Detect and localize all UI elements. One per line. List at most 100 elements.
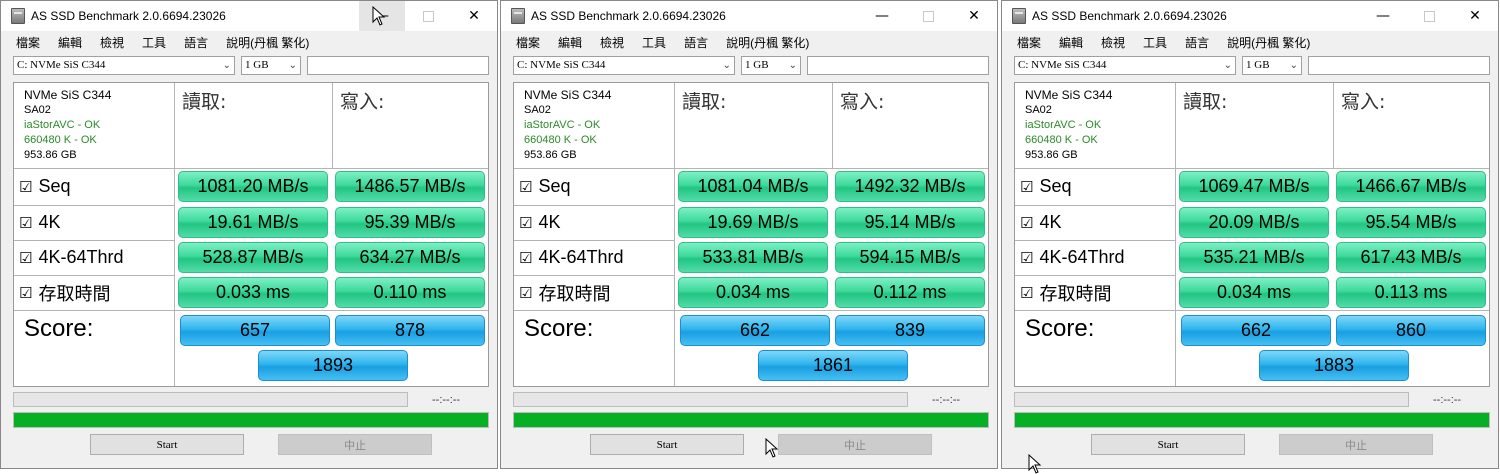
maximize-button[interactable] (1406, 1, 1452, 31)
test-checkbox[interactable]: ☑ 4K-64Thrd (519, 241, 624, 274)
start-button[interactable]: Start (90, 434, 244, 455)
test-checkbox[interactable]: ☑ 4K (1020, 206, 1061, 239)
close-button[interactable]: ✕ (451, 1, 497, 31)
stop-button[interactable]: 中止 (778, 434, 932, 455)
menu-item[interactable]: 檔案 (507, 34, 549, 51)
score-label: Score: (1025, 315, 1095, 342)
test-checkbox[interactable]: ☑ 存取時間 (1020, 276, 1111, 309)
divider (14, 310, 488, 311)
menu-item[interactable]: 檢視 (591, 34, 633, 51)
drive-capacity: 953.86 GB (1025, 149, 1078, 161)
divider (1175, 83, 1176, 386)
test-progress-bar (13, 392, 408, 407)
menu-item[interactable]: 語言 (1176, 34, 1218, 51)
menu-item[interactable]: 說明(丹楓 繁化) (1218, 34, 1319, 51)
app-icon (1012, 8, 1026, 24)
drive-info: NVMe SiS C344 SA02 iaStorAVC - OK 660480… (24, 88, 111, 163)
read-result: 1069.47 MB/s (1179, 171, 1329, 202)
maximize-button[interactable] (405, 1, 451, 31)
write-result: 0.110 ms (335, 277, 485, 308)
test-checkbox[interactable]: ☑ Seq (1020, 170, 1071, 203)
read-result: 0.034 ms (678, 277, 828, 308)
read-result: 533.81 MB/s (678, 242, 828, 273)
minimize-button[interactable]: — (859, 1, 905, 31)
test-checkbox[interactable]: ☑ 4K-64Thrd (1020, 241, 1125, 274)
test-checkbox[interactable]: ☑ Seq (19, 170, 70, 203)
menu-item[interactable]: 工具 (633, 34, 675, 51)
menu-item[interactable]: 語言 (675, 34, 717, 51)
app-icon (11, 8, 25, 24)
write-result: 634.27 MB/s (335, 242, 485, 273)
menu-item[interactable]: 編輯 (1050, 34, 1092, 51)
title-bar[interactable]: AS SSD Benchmark 2.0.6694.23026 — ✕ (501, 1, 997, 31)
size-select-value: 1 GB (1246, 59, 1270, 71)
drive-select[interactable]: C: NVMe SiS C344 ⌄ (513, 56, 735, 75)
overall-progress-bar (13, 412, 489, 428)
test-label: 4K-64Thrd (538, 247, 624, 267)
test-checkbox[interactable]: ☑ Seq (519, 170, 570, 203)
size-select[interactable]: 1 GB ⌄ (1242, 56, 1302, 75)
close-icon: ✕ (468, 8, 480, 24)
benchmark-window: AS SSD Benchmark 2.0.6694.23026 — ✕ 檔案編輯… (1001, 0, 1499, 469)
test-checkbox[interactable]: ☑ 存取時間 (519, 276, 610, 309)
drive-model: NVMe SiS C344 (1025, 88, 1113, 102)
chevron-down-icon: ⌄ (788, 60, 797, 71)
start-button[interactable]: Start (1091, 434, 1245, 455)
drive-capacity: 953.86 GB (524, 149, 577, 161)
test-label: Seq (1039, 176, 1072, 196)
read-result: 0.033 ms (178, 277, 328, 308)
read-header: 讀取: (182, 91, 227, 113)
menu-item[interactable]: 檢視 (91, 34, 133, 51)
menu-item[interactable]: 檔案 (1008, 34, 1050, 51)
name-field[interactable] (307, 56, 489, 75)
test-checkbox[interactable]: ☑ 存取時間 (19, 276, 110, 309)
title-bar[interactable]: AS SSD Benchmark 2.0.6694.23026 — ✕ (1, 1, 497, 31)
test-checkbox[interactable]: ☑ 4K-64Thrd (19, 241, 124, 274)
score-read: 662 (1181, 315, 1331, 346)
stop-button[interactable]: 中止 (1279, 434, 1433, 455)
progress-fill (14, 413, 488, 427)
divider (1333, 83, 1334, 168)
minimize-button[interactable]: — (1360, 1, 1406, 31)
overall-progress-bar (513, 412, 989, 428)
size-select[interactable]: 1 GB ⌄ (241, 56, 301, 75)
window-title: AS SSD Benchmark 2.0.6694.23026 (1032, 9, 1227, 23)
menu-item[interactable]: 編輯 (49, 34, 91, 51)
maximize-button[interactable] (905, 1, 951, 31)
driver-status: iaStorAVC - OK (1025, 119, 1102, 131)
menu-item[interactable]: 工具 (1134, 34, 1176, 51)
alignment-status: 660480 K - OK (24, 134, 97, 146)
menu-item[interactable]: 檔案 (7, 34, 49, 51)
chevron-down-icon: ⌄ (222, 60, 231, 71)
drive-select[interactable]: C: NVMe SiS C344 ⌄ (13, 56, 235, 75)
menu-item[interactable]: 編輯 (549, 34, 591, 51)
menu-item[interactable]: 語言 (175, 34, 217, 51)
score-total: 1883 (1259, 350, 1409, 381)
name-field[interactable] (807, 56, 989, 75)
test-checkbox[interactable]: ☑ 4K (19, 206, 60, 239)
drive-select-value: C: NVMe SiS C344 (1018, 59, 1107, 71)
close-button[interactable]: ✕ (951, 1, 997, 31)
divider (1015, 168, 1489, 169)
stop-button[interactable]: 中止 (278, 434, 432, 455)
menu-item[interactable]: 說明(丹楓 繁化) (717, 34, 818, 51)
close-icon: ✕ (1469, 8, 1481, 24)
menu-item[interactable]: 工具 (133, 34, 175, 51)
write-header: 寫入: (1341, 91, 1386, 113)
menu-item[interactable]: 說明(丹楓 繁化) (217, 34, 318, 51)
title-bar[interactable]: AS SSD Benchmark 2.0.6694.23026 — ✕ (1002, 1, 1498, 31)
chevron-down-icon: ⌄ (288, 60, 297, 71)
checkbox-checked-icon: ☑ (519, 248, 533, 267)
divider (832, 83, 833, 168)
score-read: 662 (680, 315, 830, 346)
drive-select[interactable]: C: NVMe SiS C344 ⌄ (1014, 56, 1236, 75)
size-select[interactable]: 1 GB ⌄ (741, 56, 801, 75)
checkbox-checked-icon: ☑ (19, 248, 33, 267)
name-field[interactable] (1308, 56, 1490, 75)
menu-item[interactable]: 檢視 (1092, 34, 1134, 51)
start-button[interactable]: Start (590, 434, 744, 455)
test-checkbox[interactable]: ☑ 4K (519, 206, 560, 239)
write-result: 617.43 MB/s (1336, 242, 1486, 273)
checkbox-checked-icon: ☑ (19, 177, 33, 196)
close-button[interactable]: ✕ (1452, 1, 1498, 31)
